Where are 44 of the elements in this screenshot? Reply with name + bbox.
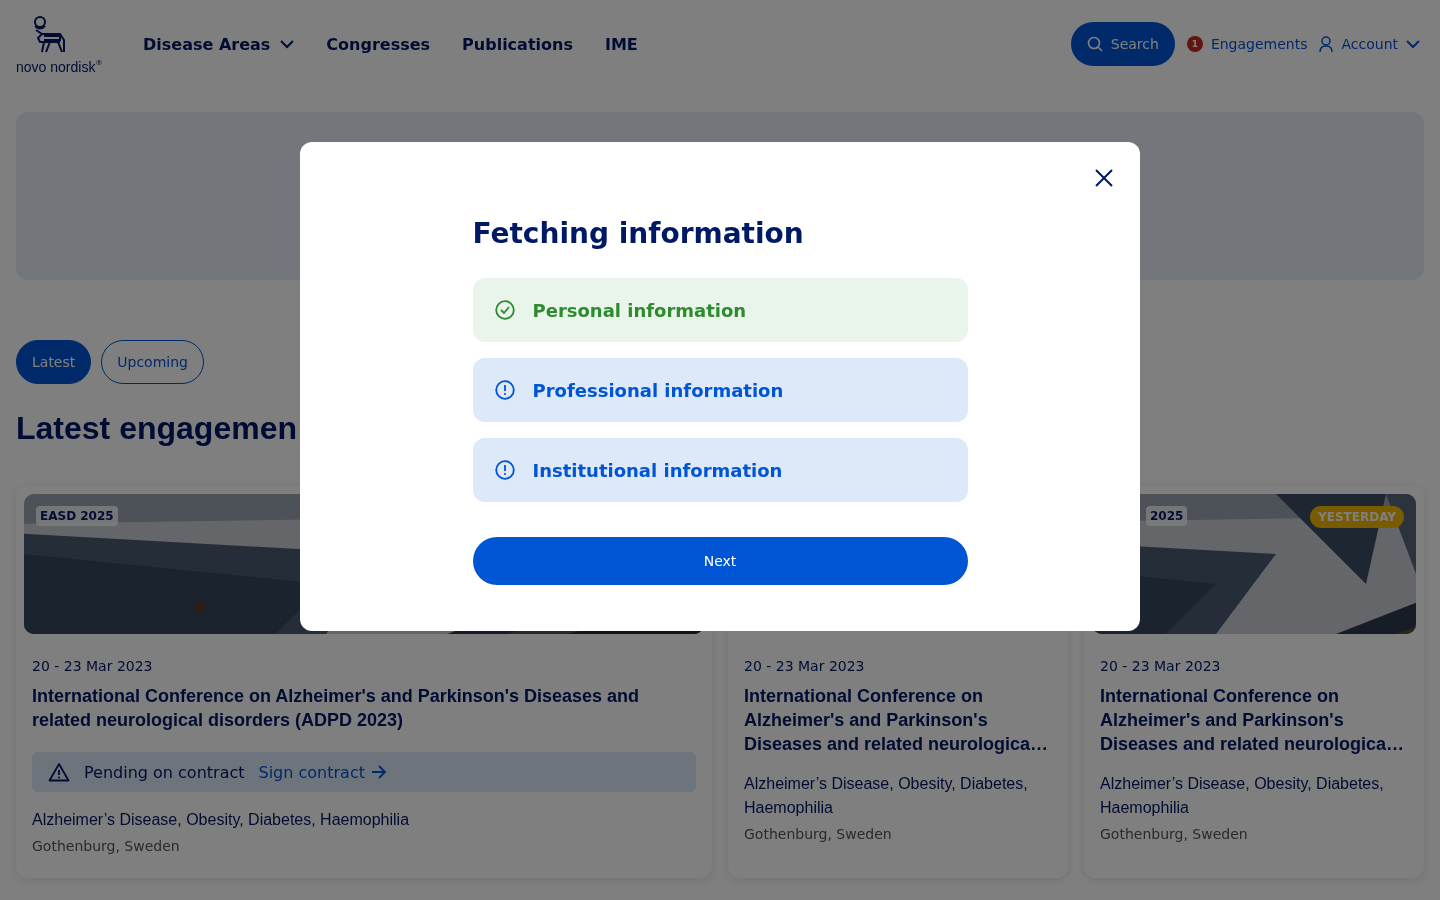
event-location: Gothenburg, Sweden — [32, 838, 181, 854]
event-location: Gothenburg, Sweden — [1100, 826, 1249, 842]
nav-link[interactable]: IME — [604, 34, 638, 54]
search-icon — [1086, 36, 1103, 52]
exclamation-circle-icon — [494, 380, 515, 400]
check-circle-icon — [494, 300, 515, 320]
sign-contract-link[interactable]: Sign contract — [258, 762, 387, 782]
user-icon — [1319, 35, 1334, 53]
congress-badge: 2025 — [1146, 506, 1188, 526]
warning-icon — [48, 762, 70, 782]
step-label: Professional information — [532, 379, 784, 401]
logo-wordmark: novo nordisk — [16, 60, 96, 74]
event-title: International Conference on Alzheimer's and Parkinson's Diseases and related neurologica… — [744, 685, 1050, 756]
nav-link[interactable]: Publications — [462, 34, 573, 54]
event-title: International Conference on Alzheimer's and Parkinson's Diseases and related neurologica… — [1100, 685, 1406, 756]
contract-status: Pending on contract — [84, 762, 245, 782]
account-menu[interactable]: Account — [1319, 35, 1420, 53]
arrow-right-icon — [370, 765, 387, 779]
disease-areas: Alzheimer’s Disease, Obesity, Diabetes, Haemophilia — [1100, 772, 1408, 820]
nav-link[interactable]: Disease Areas — [143, 34, 295, 54]
search-button[interactable]: Search — [1070, 22, 1175, 66]
event-date: 20 - 23 Mar 2023 — [744, 658, 866, 674]
disease-areas: Alzheimer’s Disease, Obesity, Diabetes, Haemophilia — [32, 808, 696, 832]
nav-link[interactable]: Congresses — [326, 34, 431, 54]
step-label: Personal information — [532, 299, 747, 321]
event-title: International Conference on Alzheimer's and Parkinson's Diseases and related neurological disorders (ADPD 2023) — [32, 685, 641, 732]
engagements-link[interactable]: 1 Engagements — [1186, 36, 1308, 52]
disease-areas: Alzheimer’s Disease, Obesity, Diabetes, Haemophilia — [744, 772, 1052, 820]
engagement-card[interactable]: 2025 YESTERDAY 20 - 23 Mar 2023 International Conference on Alzheimer's and Parkinson's Diseases and related neurologica… Alzheimer’s Disease, Obesity, Diabetes, Haemophilia Gothenburg, Sweden — [1084, 486, 1424, 878]
exclamation-circle-icon — [494, 460, 515, 480]
congress-badge: EASD 2025 — [36, 506, 118, 526]
next-button[interactable]: Next — [472, 537, 968, 585]
event-date: 20 - 23 Mar 2023 — [1100, 658, 1222, 674]
filter-tab[interactable]: Upcoming — [101, 340, 204, 384]
notification-count: 1 — [1186, 36, 1203, 52]
close-icon — [1095, 169, 1113, 187]
step-label: Institutional information — [532, 459, 783, 481]
chevron-down-icon — [1406, 39, 1420, 49]
event-location: Gothenburg, Sweden — [744, 826, 893, 842]
status-tag: YESTERDAY — [1310, 506, 1404, 528]
section-title: Latest engagemen — [16, 409, 298, 448]
modal-title: Fetching information — [472, 216, 805, 252]
event-date: 20 - 23 Mar 2023 — [32, 658, 154, 674]
filter-tab[interactable]: Latest — [16, 340, 92, 384]
